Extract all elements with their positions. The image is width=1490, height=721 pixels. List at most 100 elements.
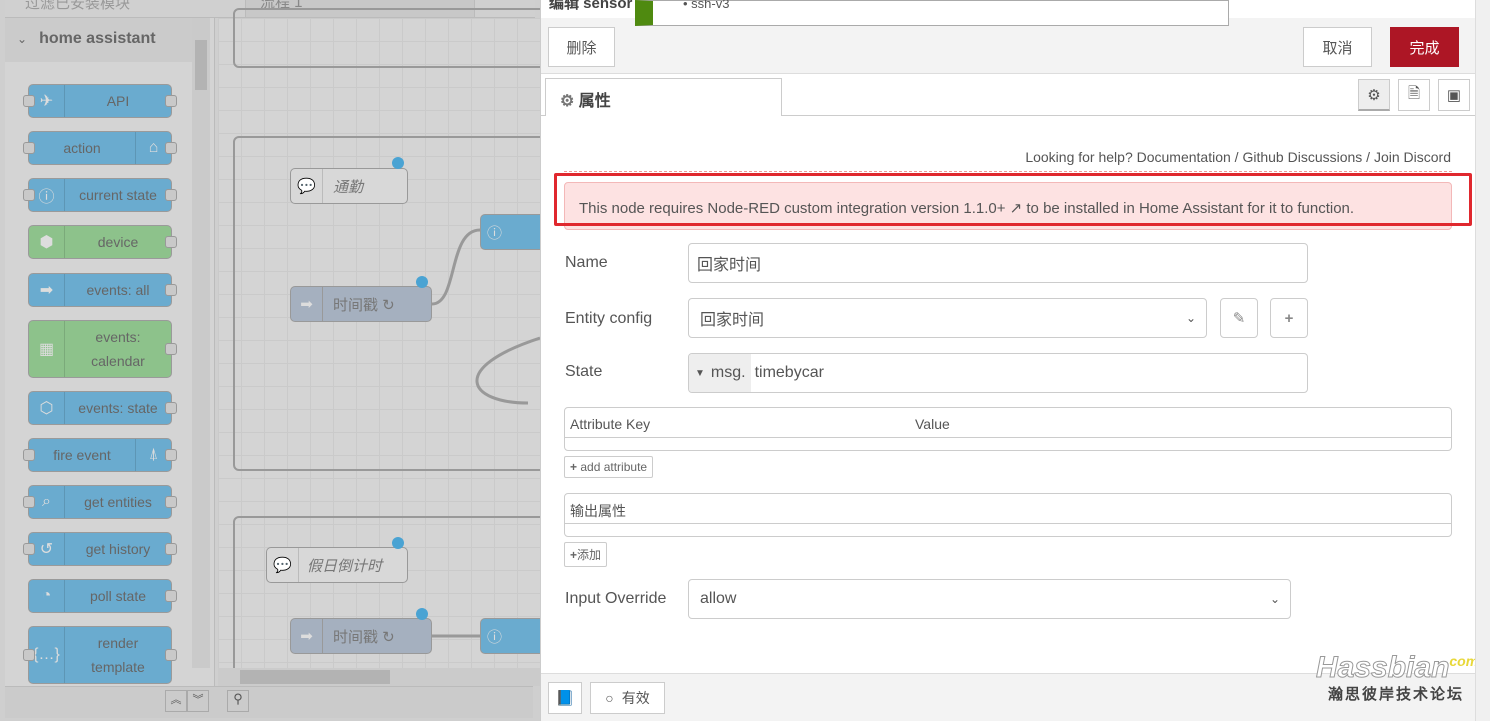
arrow-right-icon: ➡ (29, 274, 65, 306)
output-port (165, 449, 177, 461)
output-port (165, 590, 177, 602)
enabled-toggle[interactable]: ○ 有效 (590, 682, 665, 714)
output-properties-header: 输出属性 (565, 494, 1451, 524)
book-icon: 📘 (555, 690, 575, 707)
palette-filter-input[interactable]: 过滤已安装模块 (25, 0, 130, 13)
palette-node-label: current state (79, 187, 157, 203)
palette-node[interactable]: ◔ poll state (28, 579, 177, 613)
state-type: msg. (710, 364, 746, 381)
info-icon: ⓘ (487, 628, 503, 646)
palette-node[interactable]: ⌂ action (23, 131, 177, 165)
discord-link[interactable]: Join Discord (1374, 149, 1451, 165)
palette-node-label: device (97, 234, 139, 250)
enabled-label: 有效 (621, 690, 650, 706)
comment-label: 假日倒计时 (307, 557, 383, 575)
palette-node[interactable]: ✈ API (23, 84, 177, 118)
delete-button[interactable]: 删除 (548, 27, 615, 67)
palette-node[interactable]: {…} render template (23, 626, 177, 684)
palette-category-home-assistant[interactable]: ⌄ home assistant (5, 18, 197, 62)
entity-config-label: Entity config (565, 310, 653, 327)
palette-node-label: action (63, 140, 101, 156)
input-port (23, 496, 35, 508)
output-port (165, 284, 177, 296)
output-port (165, 189, 177, 201)
output-port (165, 649, 177, 661)
gear-icon[interactable]: ⚙ (1358, 79, 1390, 111)
edit-entity-button[interactable]: ✎ (1220, 298, 1258, 338)
inject-label: 时间戳 ↻ (333, 628, 395, 646)
chevron-down-icon: ⌄ (17, 32, 28, 46)
input-port (23, 649, 35, 661)
add-output-button[interactable]: +添加 (564, 542, 608, 567)
palette-node[interactable]: ⓘ current state (23, 178, 177, 212)
calendar-icon: ▦ (29, 321, 65, 377)
palette-node-label: events: state (78, 400, 158, 416)
github-link[interactable]: Github Discussions (1242, 149, 1362, 165)
done-button[interactable]: 完成 (1390, 27, 1459, 67)
flow-canvas[interactable]: 💬 通勤 ➡ 时间戳 ↻ ⓘ 💬 假日倒计时 ➡ 时间戳 ↻ ⓘ (218, 8, 553, 686)
tray-toolbar: 删除 取消 完成 (541, 18, 1476, 74)
palette: ⌄ home assistant ✈ API ⌂ action ⓘ current stat… (5, 18, 215, 686)
palette-node-label: poll state (89, 588, 147, 604)
input-port (23, 543, 35, 555)
attributes-list: Attribute Key Value (564, 407, 1452, 451)
input-port (23, 189, 35, 201)
canvas-hscrollbar[interactable] (218, 668, 540, 686)
input-override-label: Input Override (565, 590, 667, 607)
attribute-value-header: Value (915, 416, 950, 432)
palette-node-label: events: all (86, 282, 150, 298)
entity-config-select[interactable]: 回家时间 ⌄ (688, 298, 1207, 338)
palette-node[interactable]: ↺ get history (23, 532, 177, 566)
caret-down-icon: ▼ (695, 367, 705, 379)
output-port (165, 543, 177, 555)
documentation-link[interactable]: Documentation (1137, 149, 1231, 165)
help-prefix: Looking for help? (1025, 149, 1133, 165)
state-typed-input[interactable]: ▼ msg. timebycar (688, 353, 1308, 393)
output-port (165, 142, 177, 154)
search-icon[interactable]: ⚲ (227, 690, 249, 712)
palette-node[interactable]: ⬢ device (28, 225, 177, 259)
watermark-logo: Hassbiancom 瀚思彼岸技术论坛 (1316, 651, 1479, 703)
circle-icon: ○ (605, 690, 614, 706)
add-attribute-button[interactable]: + add attribute (564, 456, 654, 478)
palette-node-label: fire event (53, 447, 111, 463)
palette-node[interactable]: ➡ events: all (28, 273, 177, 307)
tab-properties[interactable]: ⚙ 属性 (545, 78, 782, 116)
palette-node[interactable]: ▦ events: calendar (28, 320, 177, 378)
expand-all-button[interactable]: ︾ (187, 690, 209, 712)
output-port (165, 343, 177, 355)
node-help-button[interactable]: 📘 (548, 682, 582, 714)
name-input[interactable]: 回家时间 (688, 243, 1308, 283)
name-label: Name (565, 254, 608, 271)
cancel-button[interactable]: 取消 (1303, 27, 1372, 67)
tooltip-item: ssh-v3 (691, 0, 730, 11)
appearance-icon[interactable]: ▣ (1438, 79, 1470, 111)
palette-node[interactable]: ⌕ get entities (23, 485, 177, 519)
inject-node[interactable]: ➡ 时间戳 ↻ (290, 618, 432, 654)
comment-node[interactable]: 💬 假日倒计时 (266, 547, 408, 583)
state-value: timebycar (754, 364, 824, 381)
entity-config-value: 回家时间 (700, 312, 765, 329)
description-icon[interactable]: 🗎 (1398, 79, 1430, 111)
palette-footer: ︽ ︾ ⚲ (5, 686, 533, 718)
state-type-select[interactable]: ▼ msg. (689, 354, 751, 392)
comment-icon: 💬 (267, 548, 299, 582)
collapse-all-button[interactable]: ︽ (165, 690, 187, 712)
page-scrollbar[interactable] (1475, 0, 1490, 721)
palette-scrollbar[interactable] (192, 18, 210, 668)
chevron-down-icon: ⌄ (1269, 592, 1280, 606)
palette-node-label: API (106, 93, 130, 109)
chevron-down-icon: ⌄ (1185, 311, 1196, 325)
input-port (23, 449, 35, 461)
add-entity-button[interactable]: + (1270, 298, 1308, 338)
output-port (165, 496, 177, 508)
category-label: home assistant (39, 30, 156, 47)
arrow-right-icon: ➡ (291, 619, 323, 653)
cube-icon: ⬢ (29, 226, 65, 258)
palette-node[interactable]: ⍋ fire event (23, 438, 177, 472)
palette-node[interactable]: ⬡ events: state (28, 391, 177, 425)
input-override-select[interactable]: allow ⌄ (688, 579, 1291, 619)
output-port (165, 95, 177, 107)
hexagon-arrow-icon: ⬡ (29, 392, 65, 424)
state-label: State (565, 363, 603, 380)
